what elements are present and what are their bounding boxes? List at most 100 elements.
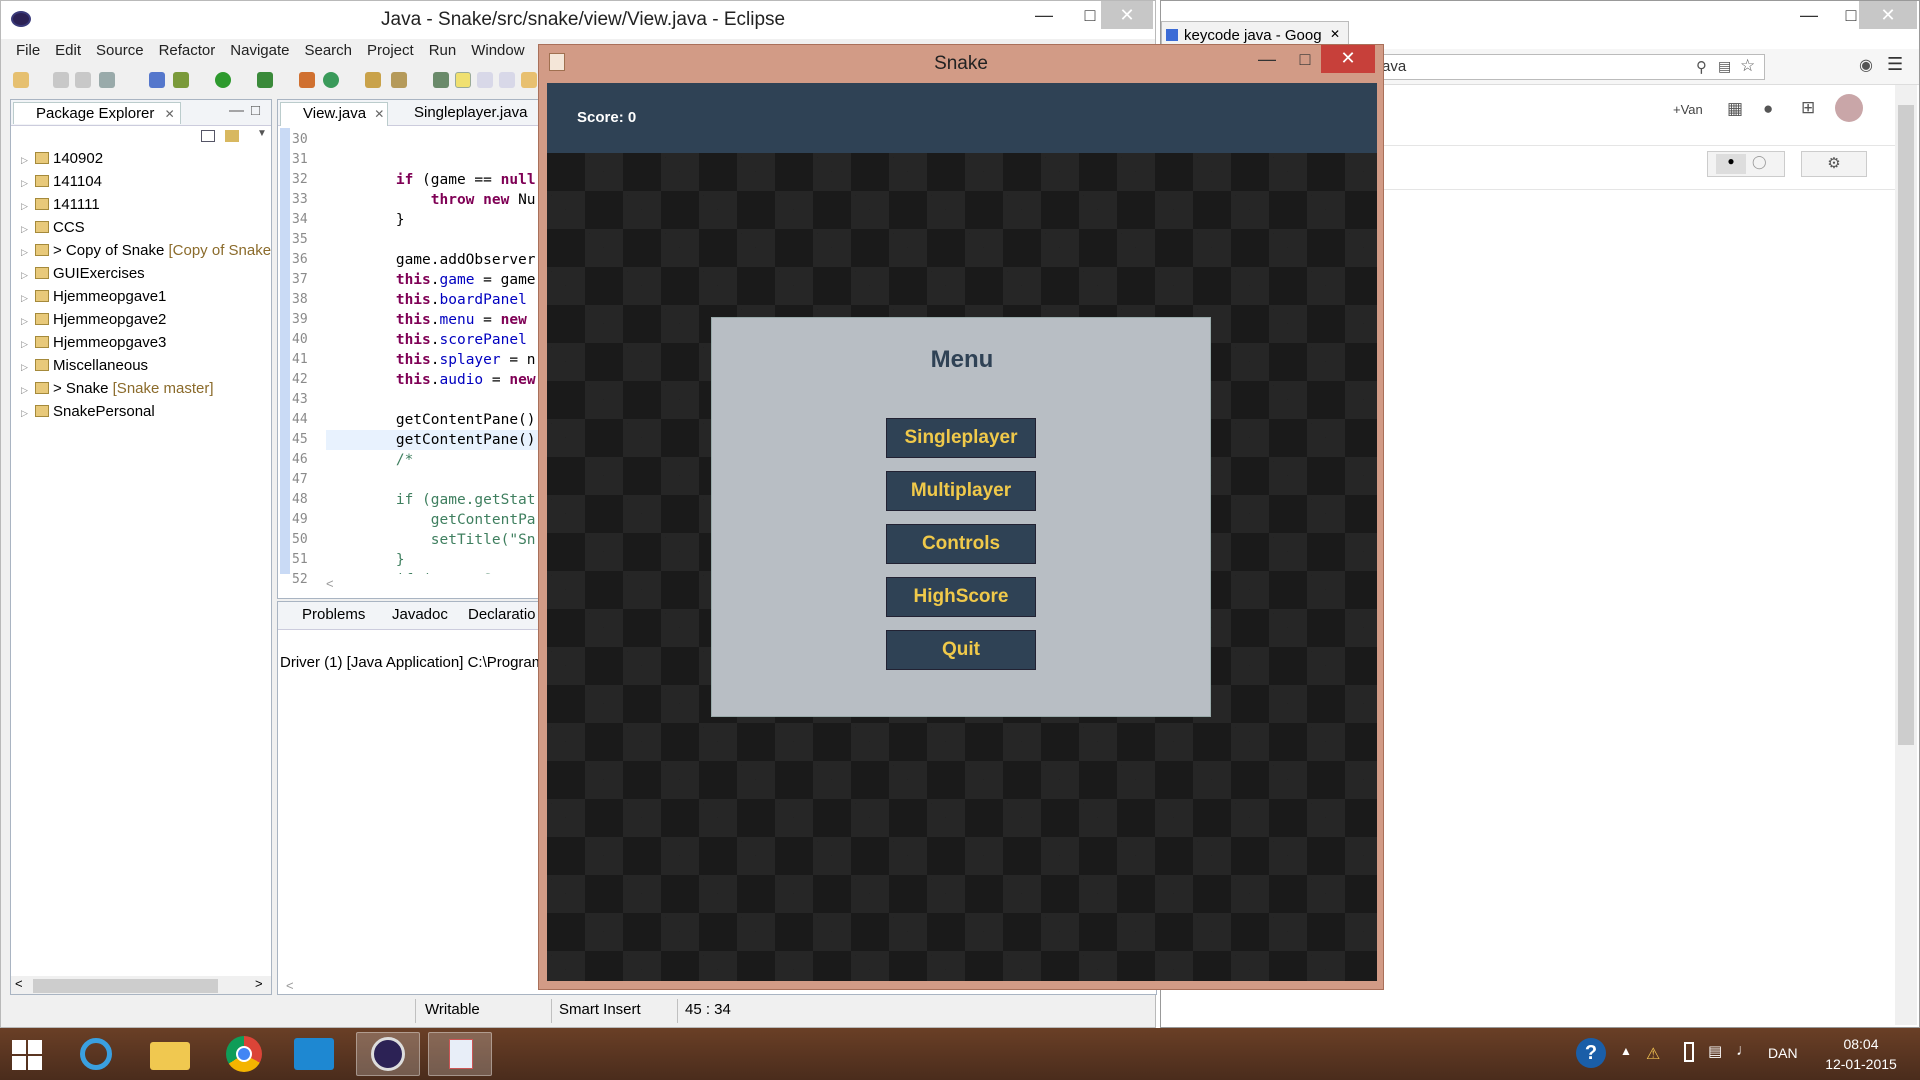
singleplayer-button[interactable]: Singleplayer <box>886 418 1036 458</box>
close-icon[interactable]: ✕ <box>1859 1 1917 29</box>
block-selection-icon[interactable] <box>477 72 493 88</box>
minimize-icon[interactable]: — <box>1247 45 1287 73</box>
chrome-icon[interactable] <box>212 1032 276 1076</box>
next-annotation-icon[interactable] <box>433 72 449 88</box>
link-with-editor-icon[interactable] <box>225 130 239 142</box>
avatar[interactable] <box>1835 94 1863 122</box>
maximize-icon[interactable]: □ <box>1285 45 1325 73</box>
security-icon[interactable]: ⚠ <box>1646 1044 1660 1064</box>
network-icon[interactable]: ▤ <box>1708 1042 1722 1060</box>
volume-muted-icon[interactable]: ♩ <box>1736 1042 1752 1060</box>
project-copy-of-snake[interactable]: ▷ > Copy of Snake [Copy of Snake <box>21 240 271 262</box>
vertical-scrollbar[interactable] <box>1895 85 1917 1025</box>
chrome-menu-icon[interactable]: ☰ <box>1887 54 1903 75</box>
skip-breakpoints-icon[interactable] <box>149 72 165 88</box>
tab-javadoc[interactable]: Javadoc <box>372 606 448 623</box>
scroll-left-icon[interactable]: < <box>326 576 334 591</box>
tab-package-explorer[interactable]: Package Explorer ✕ <box>13 102 181 124</box>
java-taskbar-icon[interactable] <box>428 1032 492 1076</box>
new-icon[interactable] <box>13 72 29 88</box>
expand-arrow-icon[interactable]: ▷ <box>21 149 31 171</box>
new-class-icon[interactable] <box>323 72 339 88</box>
expand-arrow-icon[interactable]: ▷ <box>21 218 31 240</box>
tab-declaration[interactable]: Declaratio <box>448 606 536 623</box>
horizontal-scrollbar[interactable]: < > <box>11 976 271 994</box>
minimize-icon[interactable]: — <box>1021 1 1067 29</box>
menu-navigate[interactable]: Navigate <box>230 39 289 63</box>
start-windows-icon[interactable] <box>12 1040 42 1070</box>
project-hjemmeopgave2[interactable]: ▷ Hjemmeopgave2 <box>21 309 166 331</box>
close-tab-icon[interactable]: ✕ <box>374 107 384 121</box>
quit-button[interactable]: Quit <box>886 630 1036 670</box>
bookmark-star-icon[interactable]: ☆ <box>1740 56 1755 76</box>
expand-arrow-icon[interactable]: ▷ <box>21 402 31 424</box>
apps-grid-icon[interactable]: ▦ <box>1727 99 1743 119</box>
expand-arrow-icon[interactable]: ▷ <box>21 241 31 263</box>
highscore-button[interactable]: HighScore <box>886 577 1036 617</box>
project-snake[interactable]: ▷ > Snake [Snake master] <box>21 378 214 400</box>
open-type-icon[interactable] <box>365 72 381 88</box>
help-icon[interactable]: ? <box>1576 1038 1606 1068</box>
menu-window[interactable]: Window <box>471 39 524 63</box>
show-hidden-icons-icon[interactable]: ▲ <box>1620 1044 1632 1058</box>
minimize-view-icon[interactable]: — <box>229 102 244 119</box>
notifications-icon[interactable]: ● <box>1763 99 1773 119</box>
project-miscellaneous[interactable]: ▷ Miscellaneous <box>21 355 148 377</box>
tab-singleplayer-java[interactable]: Singleplayer.java <box>392 102 552 126</box>
menu-refactor[interactable]: Refactor <box>159 39 216 63</box>
tab-view-java[interactable]: View.java ✕ <box>280 102 388 126</box>
scrollbar-thumb[interactable] <box>1898 105 1914 745</box>
external-tools-icon[interactable] <box>257 72 273 88</box>
menu-file[interactable]: File <box>16 39 40 63</box>
expand-arrow-icon[interactable]: ▷ <box>21 333 31 355</box>
tab-problems[interactable]: Problems <box>282 606 365 623</box>
multiplayer-button[interactable]: Multiplayer <box>886 471 1036 511</box>
remote-app-icon[interactable] <box>284 1032 348 1076</box>
omnibox[interactable]: ava ⚲ ▤ ☆ <box>1375 54 1765 80</box>
language-indicator[interactable]: DAN <box>1768 1045 1798 1061</box>
project-140902[interactable]: ▷ 140902 <box>21 148 103 170</box>
expand-arrow-icon[interactable]: ▷ <box>21 195 31 217</box>
expand-arrow-icon[interactable]: ▷ <box>21 264 31 286</box>
expand-arrow-icon[interactable]: ▷ <box>21 172 31 194</box>
project-snakepersonal[interactable]: ▷ SnakePersonal <box>21 401 155 423</box>
search-icon[interactable]: ⚲ <box>1696 58 1707 76</box>
maximize-view-icon[interactable]: □ <box>251 102 260 119</box>
expand-arrow-icon[interactable]: ▷ <box>21 310 31 332</box>
share-plus-icon[interactable]: ⊞ <box>1801 98 1815 118</box>
minimize-icon[interactable]: — <box>1787 1 1831 29</box>
new-java-project-icon[interactable] <box>299 72 315 88</box>
collapse-all-icon[interactable] <box>201 130 215 142</box>
menu-project[interactable]: Project <box>367 39 414 63</box>
settings-gear-icon[interactable]: ⚙ <box>1801 151 1867 177</box>
project-guiexercises[interactable]: ▷ GUIExercises <box>21 263 145 285</box>
scroll-left-icon[interactable]: < <box>286 978 294 993</box>
personal-results-toggle[interactable]: ● ◯ <box>1707 151 1785 177</box>
save-all-icon[interactable] <box>75 72 91 88</box>
menu-edit[interactable]: Edit <box>55 39 81 63</box>
menu-search[interactable]: Search <box>304 39 352 63</box>
close-icon[interactable]: ✕ <box>1101 1 1153 29</box>
expand-arrow-icon[interactable]: ▷ <box>21 287 31 309</box>
view-menu-icon[interactable]: ▼ <box>257 128 267 139</box>
save-icon[interactable] <box>53 72 69 88</box>
scroll-left-icon[interactable]: < <box>15 976 23 991</box>
debug-icon[interactable] <box>173 72 189 88</box>
controls-button[interactable]: Controls <box>886 524 1036 564</box>
menu-source[interactable]: Source <box>96 39 144 63</box>
next-edit-icon[interactable] <box>521 72 537 88</box>
globe-icon[interactable]: ◯ <box>1752 154 1767 170</box>
expand-arrow-icon[interactable]: ▷ <box>21 379 31 401</box>
scroll-right-icon[interactable]: > <box>255 976 263 991</box>
run-icon[interactable] <box>215 72 231 88</box>
menu-run[interactable]: Run <box>429 39 457 63</box>
clock[interactable]: 08:04 12-01-2015 <box>1816 1034 1906 1074</box>
project-hjemmeopgave3[interactable]: ▷ Hjemmeopgave3 <box>21 332 166 354</box>
expand-arrow-icon[interactable]: ▷ <box>21 356 31 378</box>
close-tab-icon[interactable]: ✕ <box>1330 27 1340 41</box>
eclipse-taskbar-icon[interactable] <box>356 1032 420 1076</box>
toggle-mark-occurrences-icon[interactable] <box>455 72 471 88</box>
google-user-link[interactable]: +Van <box>1673 102 1703 117</box>
search-tool-icon[interactable] <box>391 72 407 88</box>
eye-extension-icon[interactable]: ◉ <box>1859 55 1873 75</box>
